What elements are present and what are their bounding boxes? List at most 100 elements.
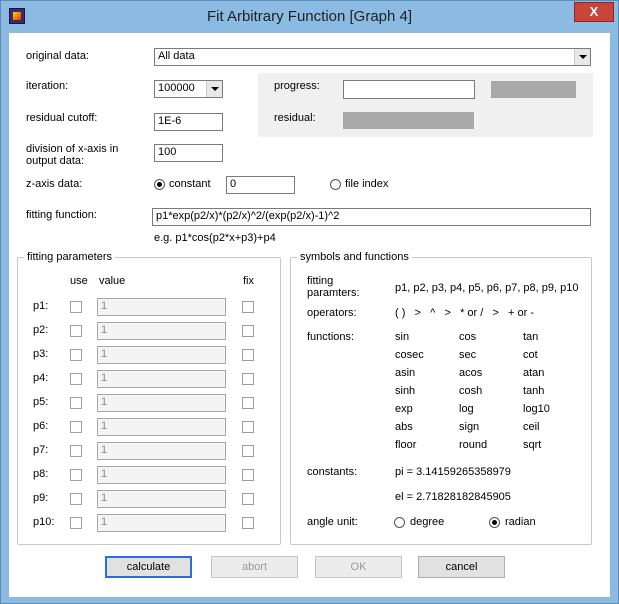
param-value-input[interactable]: 1 xyxy=(97,346,226,364)
function-name: sign xyxy=(459,421,480,433)
param-use-checkbox[interactable] xyxy=(70,469,82,481)
function-name: cosec xyxy=(395,349,424,361)
dialog-window: Fit Arbitrary Function [Graph 4] X origi… xyxy=(0,0,619,604)
chevron-down-icon[interactable] xyxy=(574,49,590,65)
col-fix-header: fix xyxy=(243,275,254,287)
iteration-value: 100000 xyxy=(158,82,195,94)
angle-unit-label: angle unit: xyxy=(307,516,358,528)
division-input[interactable]: 100 xyxy=(154,144,223,162)
angle-degree-radio[interactable] xyxy=(394,517,405,528)
function-name: tan xyxy=(523,331,539,343)
residual-cutoff-label: residual cutoff: xyxy=(26,112,98,124)
param-value-input[interactable]: 1 xyxy=(97,394,226,412)
residual-cutoff-input[interactable]: 1E-6 xyxy=(154,113,223,131)
cancel-button[interactable]: cancel xyxy=(418,556,505,578)
z-axis-constant-label: constant xyxy=(169,178,211,190)
param-fix-checkbox[interactable] xyxy=(242,373,254,385)
function-name: sin xyxy=(395,331,410,343)
angle-degree-label: degree xyxy=(410,516,445,528)
iteration-select[interactable]: 100000 xyxy=(154,80,223,98)
progress-label: progress: xyxy=(274,80,320,92)
residual-bar xyxy=(343,112,474,129)
function-name: floor xyxy=(395,439,417,451)
ok-button[interactable]: OK xyxy=(315,556,402,578)
param-name: p5: xyxy=(33,396,49,408)
param-name: p2: xyxy=(33,324,49,336)
param-value-input[interactable]: 1 xyxy=(97,418,226,436)
function-name: tanh xyxy=(523,385,545,397)
function-name: sqrt xyxy=(523,439,542,451)
close-button[interactable]: X xyxy=(574,2,614,22)
function-name: ceil xyxy=(523,421,540,433)
param-fix-checkbox[interactable] xyxy=(242,301,254,313)
param-fix-checkbox[interactable] xyxy=(242,445,254,457)
z-axis-constant-input[interactable]: 0 xyxy=(226,176,295,194)
fitting-function-input[interactable]: p1*exp(p2/x)*(p2/x)^2/(exp(p2/x)-1)^2 xyxy=(152,208,591,226)
param-use-checkbox[interactable] xyxy=(70,301,82,313)
function-name: log10 xyxy=(523,403,550,415)
param-fix-checkbox[interactable] xyxy=(242,493,254,505)
function-name: exp xyxy=(395,403,413,415)
param-name: p8: xyxy=(33,468,49,480)
z-axis-constant-radio[interactable] xyxy=(154,179,165,190)
symbols-functions-title: symbols and functions xyxy=(297,251,412,263)
residual-label: residual: xyxy=(274,112,316,124)
param-use-checkbox[interactable] xyxy=(70,493,82,505)
param-name: p4: xyxy=(33,372,49,384)
function-name: acos xyxy=(459,367,483,379)
param-name: p6: xyxy=(33,420,49,432)
angle-radian-label: radian xyxy=(505,516,536,528)
title-bar[interactable]: Fit Arbitrary Function [Graph 4] X xyxy=(1,1,618,33)
param-value-input[interactable]: 1 xyxy=(97,466,226,484)
param-use-checkbox[interactable] xyxy=(70,421,82,433)
param-value-input[interactable]: 1 xyxy=(97,442,226,460)
dialog-body: original data: All data iteration: 10000… xyxy=(9,33,610,597)
param-use-checkbox[interactable] xyxy=(70,349,82,361)
param-use-checkbox[interactable] xyxy=(70,325,82,337)
param-name: p10: xyxy=(33,516,55,528)
fitting-params-label-2: paramters: xyxy=(307,287,360,299)
symbols-functions-group: symbols and functions fitting paramters:… xyxy=(290,251,592,545)
functions-label: functions: xyxy=(307,331,355,343)
fitting-parameters-group: fitting parameters use value fix p1: 1 p2:… xyxy=(17,251,281,545)
pi-constant: pi = 3.14159265358979 xyxy=(395,466,511,478)
el-constant: el = 2.71828182845905 xyxy=(395,491,511,503)
function-name: abs xyxy=(395,421,413,433)
param-value-input[interactable]: 1 xyxy=(97,322,226,340)
function-name: round xyxy=(459,439,488,451)
param-fix-checkbox[interactable] xyxy=(242,349,254,361)
function-name: log xyxy=(459,403,474,415)
angle-radian-radio[interactable] xyxy=(489,517,500,528)
function-name: sinh xyxy=(395,385,416,397)
param-value-input[interactable]: 1 xyxy=(97,298,226,316)
calculate-button[interactable]: calculate xyxy=(105,556,192,578)
param-fix-checkbox[interactable] xyxy=(242,397,254,409)
col-use-header: use xyxy=(70,275,88,287)
operators-list: ( ) > ^ > * or / > + or - xyxy=(395,307,535,319)
progress-bar xyxy=(491,81,576,98)
operators-label: operators: xyxy=(307,307,357,319)
param-value-input[interactable]: 1 xyxy=(97,370,226,388)
param-name: p7: xyxy=(33,444,49,456)
abort-button[interactable]: abort xyxy=(211,556,298,578)
z-axis-file-index-radio[interactable] xyxy=(330,179,341,190)
param-fix-checkbox[interactable] xyxy=(242,325,254,337)
param-use-checkbox[interactable] xyxy=(70,445,82,457)
function-name: atan xyxy=(523,367,545,379)
param-fix-checkbox[interactable] xyxy=(242,469,254,481)
param-fix-checkbox[interactable] xyxy=(242,421,254,433)
param-use-checkbox[interactable] xyxy=(70,517,82,529)
param-value-input[interactable]: 1 xyxy=(97,514,226,532)
param-fix-checkbox[interactable] xyxy=(242,517,254,529)
original-data-label: original data: xyxy=(26,50,89,62)
original-data-select[interactable]: All data xyxy=(154,48,591,66)
function-name: asin xyxy=(395,367,416,379)
chevron-down-icon[interactable] xyxy=(206,81,222,97)
progress-panel: progress: residual: xyxy=(258,73,593,137)
param-use-checkbox[interactable] xyxy=(70,397,82,409)
division-label-line2: output data: xyxy=(26,155,85,167)
z-axis-label: z-axis data: xyxy=(26,178,83,190)
param-value-input[interactable]: 1 xyxy=(97,490,226,508)
param-use-checkbox[interactable] xyxy=(70,373,82,385)
fitting-params-label-1: fitting xyxy=(307,275,334,287)
